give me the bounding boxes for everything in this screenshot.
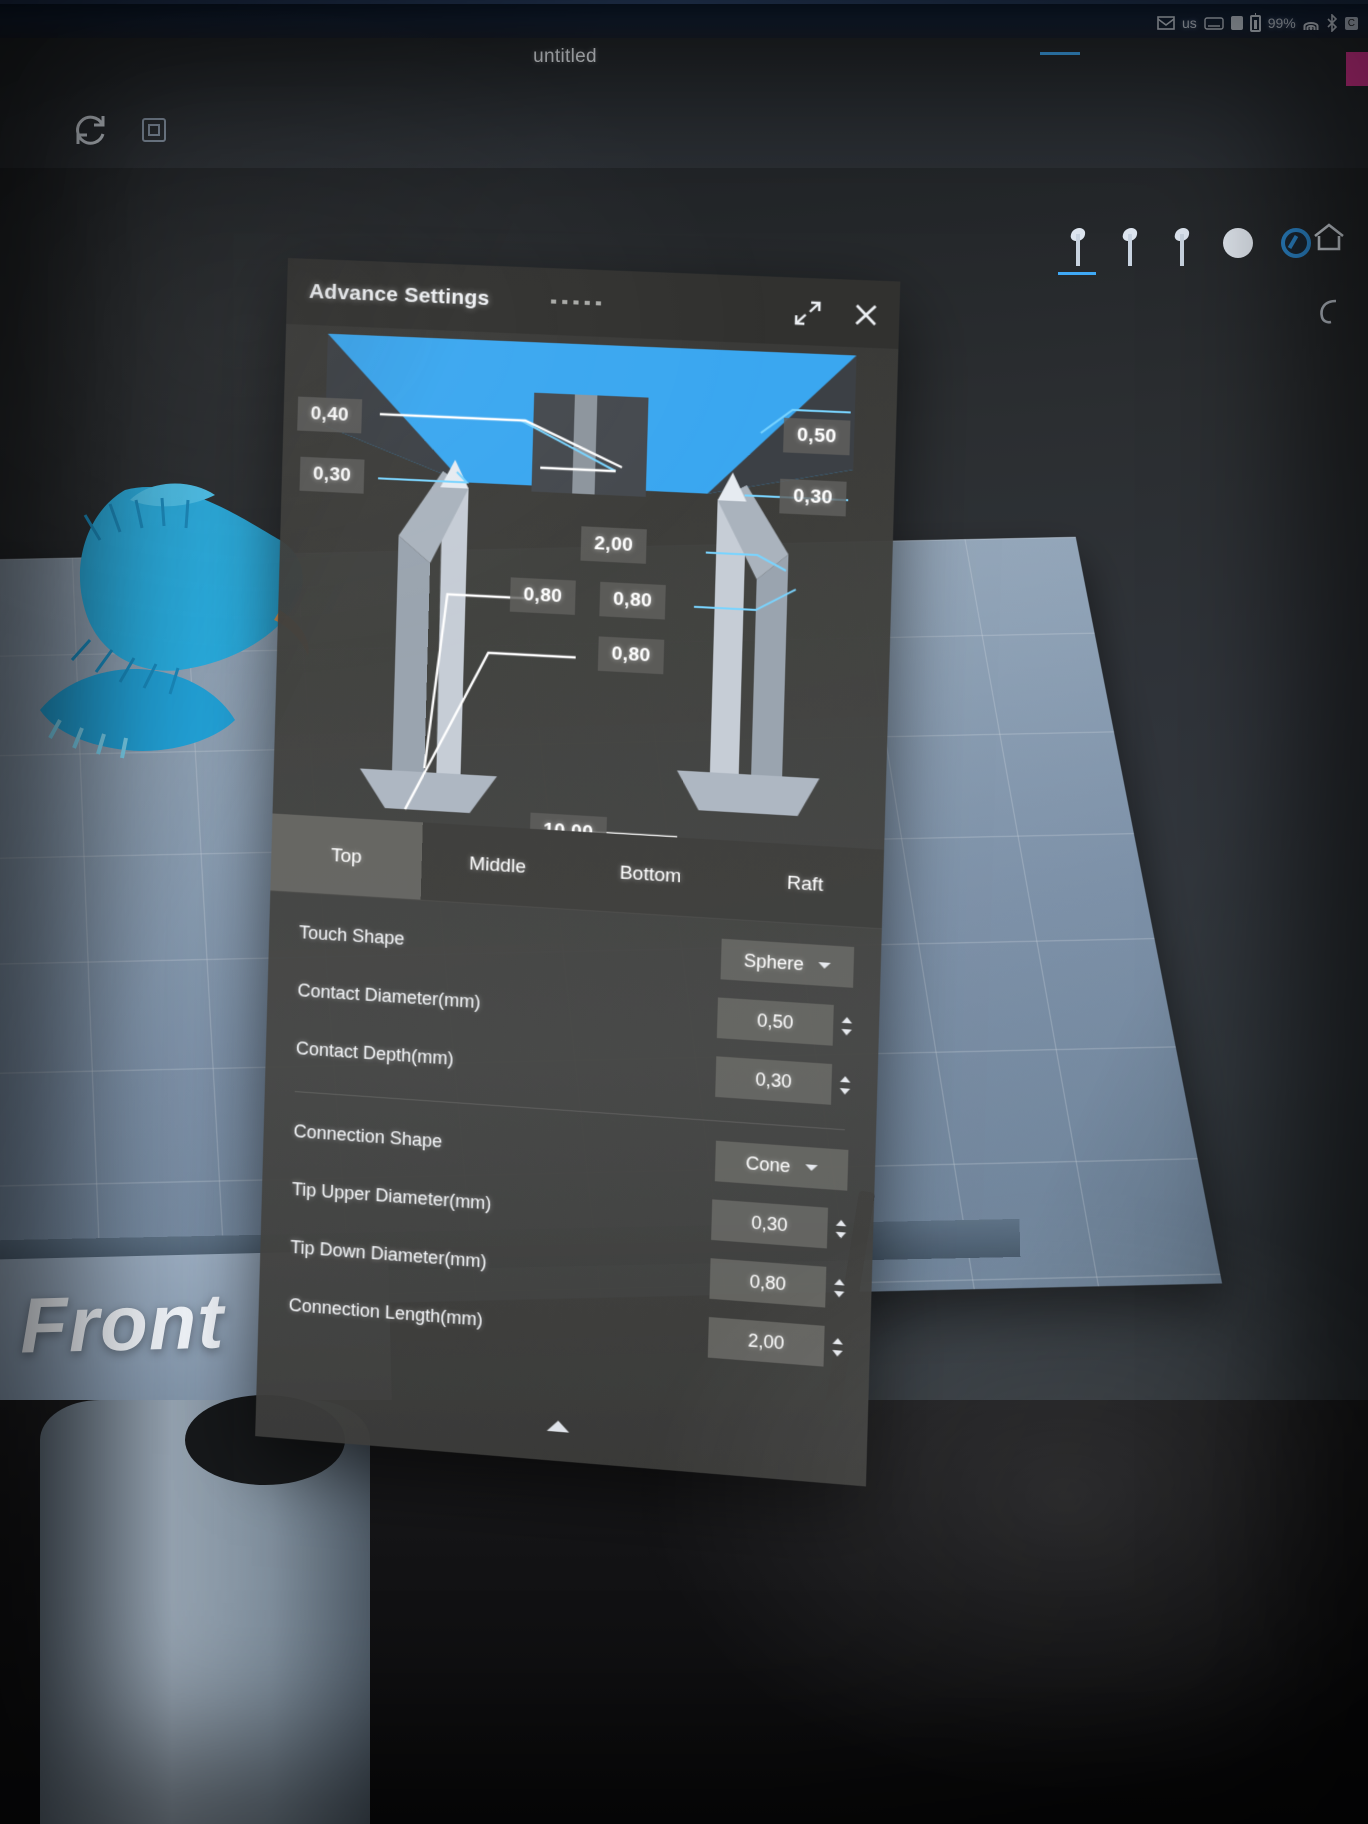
screenshot-icon[interactable] <box>142 118 166 142</box>
label-tip-down-diameter: Tip Down Diameter(mm) <box>290 1236 488 1272</box>
diagram-label-top-contact-depth[interactable]: 0,40 <box>297 396 363 434</box>
tab-bottom[interactable]: Bottom <box>573 831 729 918</box>
bluetooth-icon <box>1326 14 1338 32</box>
diagram-label-right-contact-depth[interactable]: 0,30 <box>779 478 847 517</box>
view-mode-group <box>1223 228 1311 258</box>
chevron-down-icon <box>818 962 831 970</box>
tab-raft[interactable]: Raft <box>726 840 884 928</box>
screen-photo: Front untitled us 99% C Advance Settings… <box>0 0 1368 1824</box>
outline-sphere-icon[interactable] <box>1281 228 1311 258</box>
front-orientation-label: Front <box>18 1276 226 1370</box>
support-mode-active-underline <box>1058 272 1096 275</box>
label-connection-shape: Connection Shape <box>293 1120 443 1152</box>
view-mode-active-underline <box>1040 52 1080 55</box>
select-touch-shape[interactable]: Sphere <box>720 938 855 988</box>
solid-sphere-icon[interactable] <box>1223 228 1253 258</box>
diagram-label-pillar-diameter[interactable]: 0,80 <box>597 636 665 675</box>
close-icon[interactable] <box>851 300 881 330</box>
label-contact-diameter: Contact Diameter(mm) <box>297 979 481 1012</box>
app-title: untitled <box>533 46 597 67</box>
keyboard-layout-label: us <box>1181 15 1197 31</box>
keyboard-icon <box>1204 16 1224 30</box>
home-icon[interactable] <box>1312 222 1346 252</box>
refresh-icon[interactable] <box>70 110 110 150</box>
label-contact-depth: Contact Depth(mm) <box>295 1037 454 1069</box>
message-icon <box>1157 16 1175 30</box>
label-touch-shape: Touch Shape <box>298 921 405 949</box>
settings-list: Touch Shape Sphere Contact Diameter(mm) … <box>258 891 882 1379</box>
diagram-label-connection-length[interactable]: 2,00 <box>580 526 648 564</box>
input-tip-down-diameter[interactable]: 0,80 <box>709 1258 827 1308</box>
support-diagram: 0,40 0,30 0,50 0,30 2,00 0,80 0,80 0,80 … <box>273 324 899 850</box>
input-contact-depth[interactable]: 0,30 <box>715 1056 833 1105</box>
tab-top[interactable]: Top <box>270 813 423 900</box>
battery-percent-label: 99% <box>1267 15 1296 31</box>
input-tip-upper-diameter[interactable]: 0,30 <box>711 1199 829 1249</box>
diagram-label-tip-down-left[interactable]: 0,80 <box>509 577 577 615</box>
diagram-label-top-contact-diameter[interactable]: 0,30 <box>299 456 365 494</box>
stepper-tip-down-diameter[interactable] <box>833 1278 845 1298</box>
drag-dots-handle[interactable] <box>550 299 602 306</box>
support-pin-thick-icon[interactable] <box>1167 226 1197 270</box>
battery-icon <box>1249 12 1261 32</box>
status-bar-icons: us 99% C <box>1157 10 1358 36</box>
support-pin-thin-icon[interactable] <box>1063 226 1093 270</box>
diagram-label-tip-down-right[interactable]: 0,80 <box>599 581 666 620</box>
support-pin-medium-icon[interactable] <box>1115 226 1145 270</box>
label-tip-upper-diameter: Tip Upper Diameter(mm) <box>291 1178 492 1214</box>
advance-settings-dialog: Advance Settings 0,40 0,30 0,50 0,30 2,0… <box>255 258 901 1487</box>
dialog-title: Advance Settings <box>308 279 490 311</box>
stepper-contact-depth[interactable] <box>839 1075 851 1095</box>
magenta-indicator <box>1346 52 1368 86</box>
select-connection-shape-value: Cone <box>745 1152 791 1176</box>
select-connection-shape[interactable]: Cone <box>714 1140 849 1191</box>
expand-icon[interactable] <box>793 298 823 328</box>
sim-icon <box>1230 16 1243 30</box>
label-connection-length: Connection Length(mm) <box>288 1294 484 1330</box>
support-mode-group <box>1063 226 1197 270</box>
stepper-contact-diameter[interactable] <box>841 1016 853 1036</box>
input-contact-diameter[interactable]: 0,50 <box>716 997 834 1046</box>
wifi-icon <box>1303 17 1319 30</box>
undo-icon[interactable] <box>1314 296 1344 326</box>
carrier-icon: C <box>1344 16 1358 30</box>
input-connection-length[interactable]: 2,00 <box>707 1317 825 1367</box>
select-touch-shape-value: Sphere <box>743 949 805 974</box>
chevron-down-icon <box>804 1164 818 1172</box>
chevron-up-icon[interactable] <box>546 1419 570 1433</box>
stepper-tip-upper-diameter[interactable] <box>835 1219 847 1239</box>
stepper-connection-length[interactable] <box>832 1337 844 1357</box>
diagram-label-right-contact-diameter[interactable]: 0,50 <box>783 417 851 456</box>
tab-middle[interactable]: Middle <box>421 822 575 909</box>
